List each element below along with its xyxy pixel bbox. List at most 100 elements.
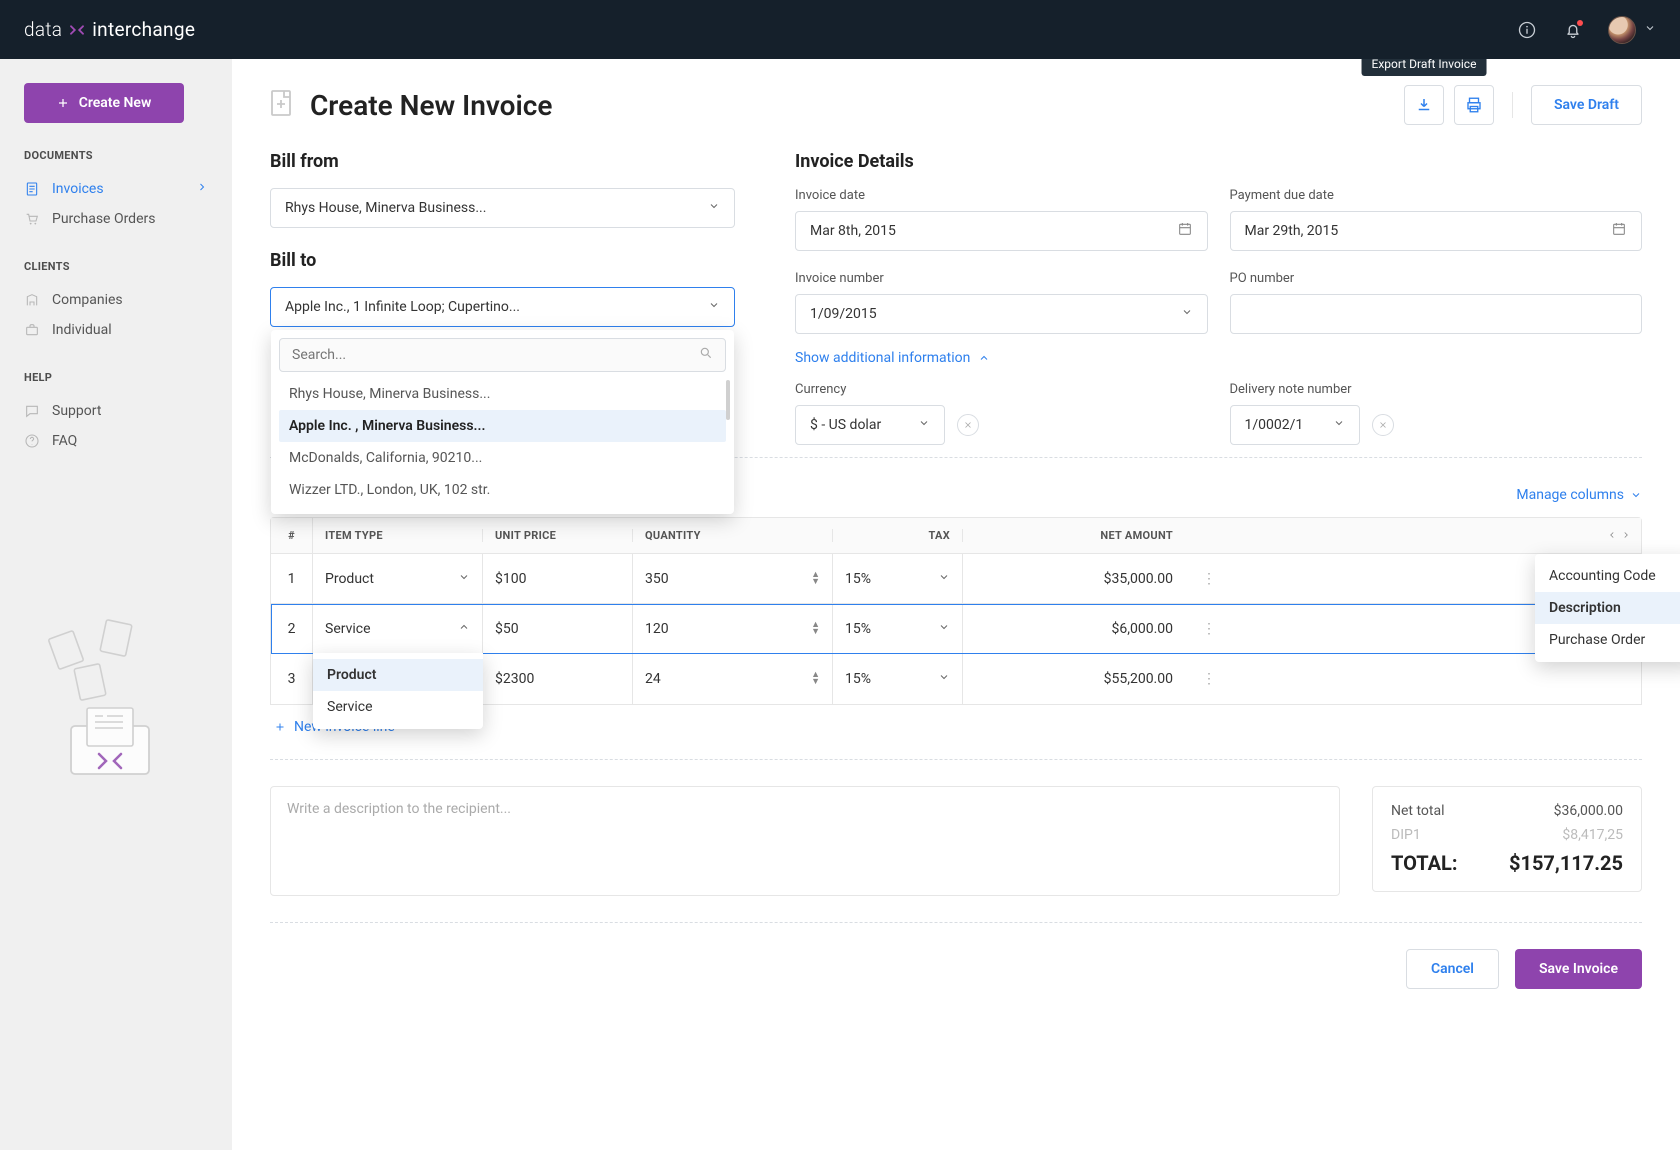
table-paginate [1607, 528, 1641, 544]
stepper-icon[interactable]: ▲▼ [811, 622, 820, 636]
sidebar-illustration [0, 616, 232, 786]
info-icon[interactable] [1516, 19, 1538, 41]
row-tax-cell[interactable]: 15% [833, 554, 963, 603]
invoice-date-field[interactable]: Mar 8th, 2015 [795, 211, 1208, 251]
type-option[interactable]: Product [313, 659, 483, 691]
prev-page-button[interactable] [1607, 528, 1617, 544]
due-date-label: Payment due date [1230, 188, 1643, 203]
po-no-field[interactable] [1230, 294, 1643, 334]
chevron-down-icon [708, 200, 720, 216]
question-icon [24, 433, 40, 449]
type-option[interactable]: Service [313, 691, 483, 723]
page-title: Create New Invoice [310, 89, 552, 122]
sidebar-item-purchase-orders[interactable]: Purchase Orders [24, 204, 208, 234]
row-price-value: $50 [495, 621, 519, 637]
net-total-value: $36,000.00 [1554, 803, 1623, 819]
next-page-button[interactable] [1621, 528, 1631, 544]
table-row: 2 Service $50 120▲▼ 15% $6,000.00 ⋮ Prod… [271, 604, 1641, 654]
chevron-up-icon [978, 352, 990, 364]
sidebar-item-label: Individual [52, 322, 112, 338]
description-placeholder: Write a description to the recipient... [287, 801, 511, 817]
row-net-value: $35,000.00 [1104, 571, 1173, 587]
bill-to-option[interactable]: McDonalds, California, 90210... [279, 442, 726, 474]
currency-select[interactable]: $ - US dolar [795, 405, 945, 445]
export-button[interactable]: Export Draft Invoice [1404, 85, 1444, 125]
chevron-down-icon [708, 299, 720, 315]
sidebar-item-individual[interactable]: Individual [24, 315, 208, 345]
manage-columns-link[interactable]: Manage columns [1516, 487, 1642, 503]
chevron-right-icon [196, 181, 208, 197]
sidebar-item-companies[interactable]: Companies [24, 285, 208, 315]
invoice-no-select[interactable]: 1/09/2015 [795, 294, 1208, 334]
row-price-cell[interactable]: $2300 [483, 654, 633, 704]
sidebar-item-faq[interactable]: FAQ [24, 426, 208, 456]
delivery-select[interactable]: 1/0002/1 [1230, 405, 1360, 445]
row-index: 1 [271, 554, 313, 603]
sidebar-item-label: Purchase Orders [52, 211, 155, 227]
clear-currency-button[interactable] [957, 414, 979, 436]
create-new-button[interactable]: Create New [24, 83, 184, 123]
table-row: 1 Product $100 350▲▼ 15% $35,000.00 ⋮ Ac… [271, 554, 1641, 604]
row-price-value: $2300 [495, 671, 534, 687]
sidebar-header-help: HELP [24, 371, 208, 384]
sidebar-header-documents: DOCUMENTS [24, 149, 208, 162]
stepper-icon[interactable]: ▲▼ [811, 672, 820, 686]
main-panel: Create New Invoice Export Draft Invoice … [232, 59, 1680, 1150]
row-qty-cell[interactable]: 350▲▼ [633, 554, 833, 603]
row-type-cell[interactable]: Product [313, 554, 483, 603]
currency-label: Currency [795, 382, 1208, 397]
cancel-button[interactable]: Cancel [1406, 949, 1499, 989]
row-actions-button[interactable]: ⋮ [1197, 571, 1221, 587]
sidebar-item-support[interactable]: Support [24, 396, 208, 426]
brand-logo: data interchange [24, 18, 195, 41]
user-menu[interactable] [1608, 16, 1656, 44]
row-tax-cell[interactable]: 15% [833, 654, 963, 704]
items-table: # ITEM TYPE UNIT PRICE QUANTITY TAX NET … [270, 517, 1642, 705]
chat-icon [24, 403, 40, 419]
show-additional-label: Show additional information [795, 350, 970, 366]
ctx-option[interactable]: Purchase Order [1535, 624, 1680, 656]
stepper-icon[interactable]: ▲▼ [811, 572, 820, 586]
row-tax-value: 15% [845, 571, 871, 587]
bill-to-search-input[interactable] [292, 347, 699, 363]
bill-to-search[interactable] [279, 338, 726, 372]
col-tax: TAX [833, 529, 963, 542]
bill-to-option[interactable]: Wizzer LTD., London, UK, 102 str. [279, 474, 726, 506]
po-no-label: PO number [1230, 271, 1643, 286]
row-actions-button[interactable]: ⋮ [1197, 671, 1221, 687]
sidebar-item-label: FAQ [52, 433, 77, 449]
print-button[interactable] [1454, 85, 1494, 125]
row-price-cell[interactable]: $50 [483, 604, 633, 653]
show-additional-link[interactable]: Show additional information [795, 350, 1642, 366]
row-net-cell: $55,200.00 [963, 654, 1185, 704]
save-draft-label: Save Draft [1554, 97, 1619, 113]
row-tax-cell[interactable]: 15% [833, 604, 963, 653]
bill-to-option[interactable]: Apple Inc. , Minerva Business... [279, 410, 726, 442]
row-price-cell[interactable]: $100 [483, 554, 633, 603]
due-date-value: Mar 29th, 2015 [1245, 223, 1339, 239]
calendar-icon [1177, 221, 1193, 241]
ctx-option[interactable]: Accounting Code [1535, 560, 1680, 592]
row-qty-cell[interactable]: 120▲▼ [633, 604, 833, 653]
save-invoice-button[interactable]: Save Invoice [1515, 949, 1642, 989]
row-type-cell[interactable]: Service [313, 604, 483, 653]
col-type: ITEM TYPE [313, 529, 483, 542]
scrollbar-thumb[interactable] [726, 380, 730, 420]
row-type-value: Product [325, 571, 374, 587]
ctx-option[interactable]: Description [1535, 592, 1680, 624]
net-total-label: Net total [1391, 803, 1445, 819]
dip-value: $8,417,25 [1562, 827, 1623, 843]
bill-to-option[interactable]: Rhys House, Minerva Business... [279, 378, 726, 410]
sidebar-item-invoices[interactable]: Invoices [24, 174, 208, 204]
row-actions-button[interactable]: ⋮ [1197, 621, 1221, 637]
total-label: TOTAL: [1391, 851, 1458, 875]
bill-to-select[interactable]: Apple Inc., 1 Infinite Loop; Cupertino..… [270, 287, 735, 327]
clear-delivery-button[interactable] [1372, 414, 1394, 436]
due-date-field[interactable]: Mar 29th, 2015 [1230, 211, 1643, 251]
description-textarea[interactable]: Write a description to the recipient... [270, 786, 1340, 896]
row-tax-value: 15% [845, 621, 871, 637]
save-draft-button[interactable]: Save Draft [1531, 85, 1642, 125]
row-qty-cell[interactable]: 24▲▼ [633, 654, 833, 704]
bell-icon[interactable] [1562, 19, 1584, 41]
bill-from-select[interactable]: Rhys House, Minerva Business... [270, 188, 735, 228]
